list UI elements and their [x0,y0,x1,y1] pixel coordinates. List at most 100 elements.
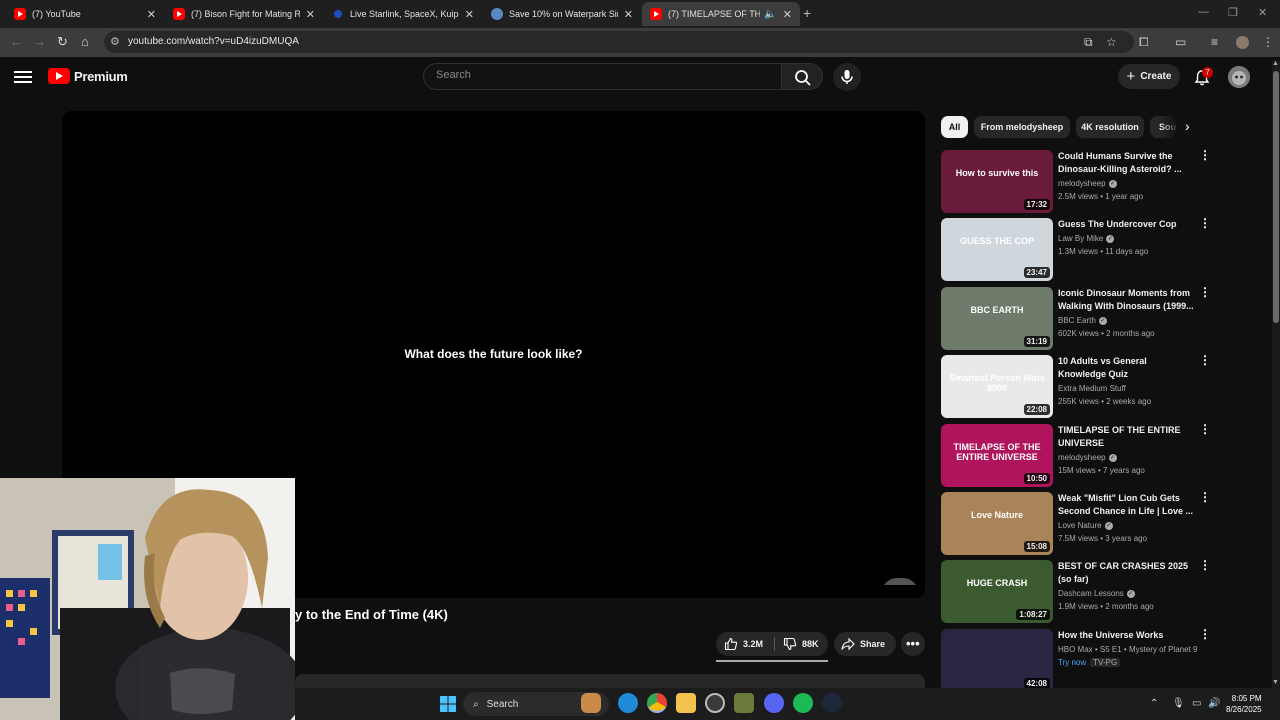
recommendation-channel[interactable]: HBO Max • S5 E1 • Mystery of Planet 9 [1058,645,1197,654]
more-vertical-icon[interactable]: ⋮ [1199,559,1211,571]
video-thumbnail[interactable]: How to survive this 17:32 [941,150,1053,213]
spotify-app-icon[interactable] [793,693,813,713]
more-vertical-icon[interactable]: ⋮ [1199,628,1211,640]
recommendation-channel[interactable]: BBC Earth ✓ [1058,316,1107,325]
video-thumbnail[interactable]: 42:08 [941,629,1053,692]
video-thumbnail[interactable]: BBC EARTH 31:19 [941,287,1053,350]
recommendation-title[interactable]: How the Universe Works [1058,629,1196,642]
extensions-icon[interactable]: ⧠ [1139,35,1149,50]
recommendation-item[interactable]: GUESS THE COP 23:47 Guess The Undercover C… [941,217,1221,282]
recommendation-item[interactable]: BBC EARTH 31:19 Iconic Dinosaur Moments fr… [941,286,1221,351]
search-highlight-icon[interactable] [581,693,601,713]
browser-tab[interactable]: Live Starlink, SpaceX, Kuiper & ✕ [324,2,482,26]
scroll-down-arrow-icon[interactable]: ▼ [1272,679,1279,686]
recommendation-channel[interactable]: melodysheep ✓ [1058,179,1117,188]
home-icon[interactable]: ⌂ [81,34,89,49]
close-window-icon[interactable]: ✕ [1258,6,1267,19]
recommendation-title[interactable]: Guess The Undercover Cop [1058,218,1196,231]
media-control-icon[interactable]: ≡ [1211,35,1218,49]
voice-search-button[interactable] [833,63,861,91]
account-avatar[interactable] [1228,66,1250,88]
taskbar-clock[interactable]: 8:05 PM 8/26/2025 [1226,693,1262,715]
recommendation-channel[interactable]: melodysheep ✓ [1058,453,1117,462]
recommendation-item[interactable]: 42:08 How the Universe Works HBO Max • S5 … [941,628,1221,693]
more-vertical-icon[interactable]: ⋮ [1199,423,1211,435]
youtube-logo[interactable]: Premium [48,68,128,84]
chip-4k-resolution[interactable]: 4K resolution [1076,116,1144,138]
tray-chevron-up-icon[interactable]: ⌃ [1150,698,1158,709]
windows-start-icon[interactable] [440,696,456,712]
recommendation-item[interactable]: How to survive this 17:32 Could Humans Sur… [941,149,1221,214]
chevron-right-icon[interactable]: › [1185,118,1190,134]
chip-all[interactable]: All [941,116,968,138]
close-tab-icon[interactable]: ✕ [783,8,792,21]
video-thumbnail[interactable]: Smartest Person Wins $500 22:08 [941,355,1053,418]
video-thumbnail[interactable]: HUGE CRASH 1:08:27 [941,560,1053,623]
recommendation-title[interactable]: BEST OF CAR CRASHES 2025 (so far) [1058,560,1196,586]
close-tab-icon[interactable]: ✕ [624,8,633,21]
recommendation-channel[interactable]: Law By Mike ✓ [1058,234,1115,243]
guide-menu-icon[interactable] [14,68,32,84]
profile-avatar-icon[interactable] [1236,36,1249,49]
browser-tab[interactable]: Save 10% on Waterpark Simula ✕ [483,2,641,26]
browser-tab-active[interactable]: (7) TIMELAPSE OF THE FUT 🔈 ✕ [642,2,800,26]
recommendation-title[interactable]: Could Humans Survive the Dinosaur-Killin… [1058,150,1196,176]
split-screen-icon[interactable]: ▭ [1175,35,1186,49]
video-thumbnail[interactable]: GUESS THE COP 23:47 [941,218,1053,281]
recommendation-item[interactable]: Love Nature 15:08 Weak "Misfit" Lion Cub G… [941,491,1221,556]
scroll-up-arrow-icon[interactable]: ▲ [1272,60,1279,67]
recommendation-item[interactable]: HUGE CRASH 1:08:27 BEST OF CAR CRASHES 202… [941,559,1221,624]
chip-from-melodysheep[interactable]: From melodysheep [974,116,1070,138]
maximize-icon[interactable]: ❐ [1228,6,1238,19]
bookmark-star-icon[interactable]: ☆ [1106,35,1117,49]
discord-app-icon[interactable] [764,693,784,713]
forward-icon[interactable]: → [33,34,46,49]
dislike-button[interactable]: 88K [783,632,819,656]
chrome-browser-icon[interactable] [647,693,667,713]
scrollbar-thumb[interactable] [1273,71,1279,323]
browser-tab[interactable]: (7) YouTube ✕ [6,2,164,26]
recommendation-channel[interactable]: Extra Medium Stuff [1058,384,1126,393]
close-tab-icon[interactable]: ✕ [465,8,474,21]
recommendation-channel[interactable]: Dashcam Lessons ✓ [1058,589,1135,598]
search-button[interactable] [781,63,823,90]
recommendation-item[interactable]: Smartest Person Wins $500 22:08 10 Adults … [941,354,1221,419]
notepad-app-icon[interactable] [734,693,754,713]
edge-browser-icon[interactable] [618,693,638,713]
tray-microphone-icon[interactable]: 🎙 [1172,698,1185,709]
back-icon[interactable]: ← [10,34,23,49]
video-thumbnail[interactable]: TIMELAPSE OF THE ENTIRE UNIVERSE 10:50 [941,424,1053,487]
new-tab-button[interactable]: + [803,5,811,21]
recommendation-title[interactable]: Weak "Misfit" Lion Cub Gets Second Chanc… [1058,492,1196,518]
tray-network-icon[interactable]: ▭ [1192,698,1201,709]
close-tab-icon[interactable]: ✕ [306,8,315,21]
share-button-content[interactable]: Share [841,632,885,656]
more-vertical-icon[interactable]: ⋮ [1199,491,1211,503]
close-tab-icon[interactable]: ✕ [147,8,156,21]
more-vertical-icon[interactable]: ⋮ [1199,286,1211,298]
file-explorer-icon[interactable] [676,693,696,713]
more-vertical-icon[interactable]: ⋮ [1199,354,1211,366]
try-now-link[interactable]: Try now [1058,658,1086,667]
more-vertical-icon[interactable]: ⋮ [1199,149,1211,161]
recommendation-title[interactable]: TIMELAPSE OF THE ENTIRE UNIVERSE [1058,424,1196,450]
browser-tab[interactable]: (7) Bison Fight for Mating Right ✕ [165,2,323,26]
site-info-icon[interactable]: ⚙ [110,35,120,48]
reload-icon[interactable]: ↻ [57,34,68,50]
recommendation-title[interactable]: 10 Adults vs General Knowledge Quiz [1058,355,1196,381]
browser-menu-icon[interactable]: ⋮ [1262,35,1274,49]
like-button[interactable]: 3.2M [724,632,763,656]
more-vertical-icon[interactable]: ⋮ [1199,217,1211,229]
steam-app-icon[interactable] [822,693,842,713]
settings-app-icon[interactable] [705,693,725,713]
recommendation-item[interactable]: TIMELAPSE OF THE ENTIRE UNIVERSE 10:50 TIM… [941,423,1221,488]
speaker-icon[interactable]: 🔈 [764,9,776,20]
recommendation-channel[interactable]: Love Nature ✓ [1058,521,1113,530]
address-bar[interactable]: ⚙ youtube.com/watch?v=uD4izuDMUQA [104,31,1134,53]
create-button[interactable]: + Create [1118,64,1180,89]
video-thumbnail[interactable]: Love Nature 15:08 [941,492,1053,555]
search-input[interactable] [436,69,766,81]
install-app-icon[interactable]: ⧉ [1084,35,1093,50]
tray-volume-icon[interactable]: 🔊 [1208,698,1220,709]
minimize-icon[interactable]: — [1198,6,1209,18]
